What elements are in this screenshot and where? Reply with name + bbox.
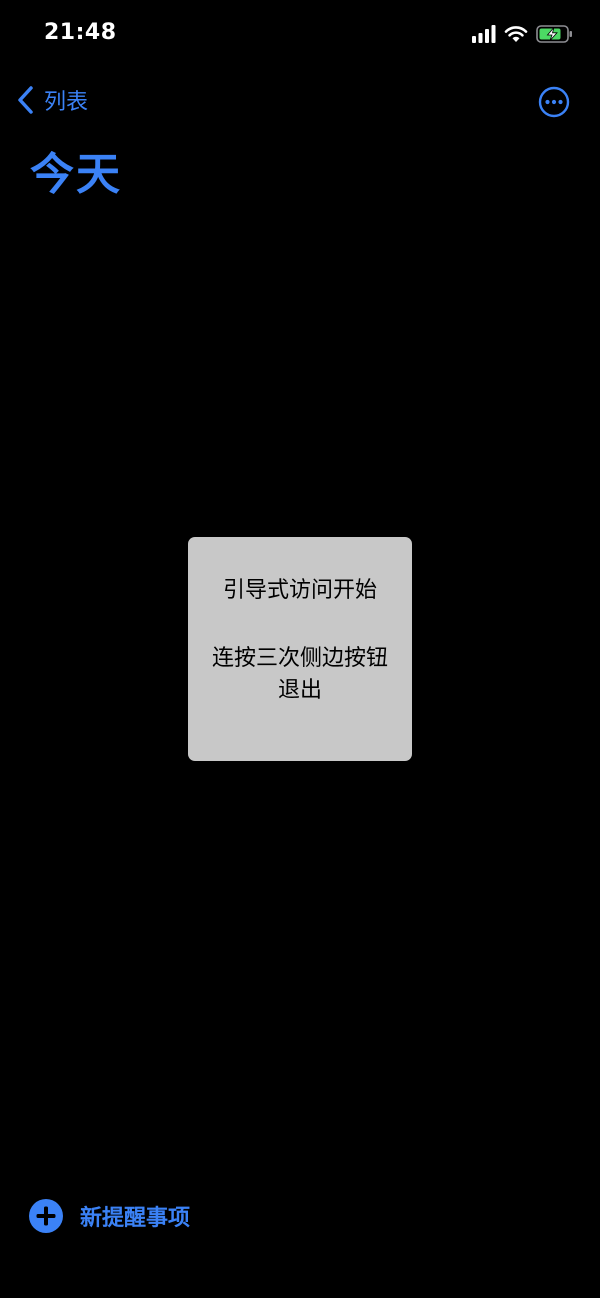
wifi-icon <box>504 26 528 42</box>
hud-title: 引导式访问开始 <box>222 578 377 603</box>
guided-access-hud: 引导式访问开始 连按三次侧边按钮退出 <box>188 537 412 761</box>
more-options-button[interactable] <box>538 86 570 118</box>
ellipsis-circle-icon <box>538 86 570 118</box>
status-time: 21:48 <box>44 20 117 45</box>
hud-message: 连按三次侧边按钮退出 <box>211 646 388 703</box>
status-icons <box>472 24 574 44</box>
plus-circle-icon <box>29 1199 63 1233</box>
page-title: 今天 <box>30 149 122 200</box>
new-reminder-button[interactable]: 新提醒事项 <box>28 1198 190 1234</box>
status-bar: 21:48 <box>0 0 600 72</box>
cellular-signal-icon <box>472 25 496 43</box>
back-button[interactable]: 列表 <box>16 84 88 116</box>
back-button-label: 列表 <box>44 90 89 115</box>
navigation-bar: 列表 <box>0 78 600 126</box>
new-reminder-label: 新提醒事项 <box>80 1206 191 1231</box>
chevron-left-icon <box>18 86 33 114</box>
battery-charging-icon <box>536 25 572 43</box>
